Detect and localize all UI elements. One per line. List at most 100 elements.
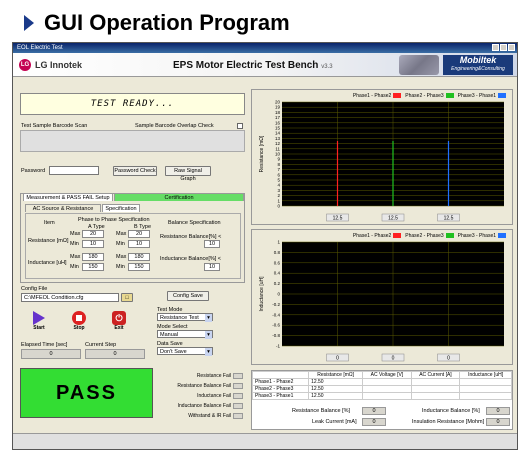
- y-tick-label: 4: [277, 183, 280, 188]
- ind-a-min-label: Min: [70, 264, 79, 270]
- ind-balance-result-label: Inductance Balance [%]: [422, 408, 480, 414]
- y-tick-label: -1: [276, 344, 280, 349]
- folder-open-icon[interactable]: □: [121, 293, 133, 302]
- stop-button[interactable]: Stop: [69, 311, 89, 331]
- y-tick-label: 11: [275, 146, 280, 151]
- data-label: 0: [447, 356, 450, 362]
- res-b-max-label: Max: [116, 231, 127, 237]
- table-cell: [362, 392, 412, 400]
- exit-label: Exit: [114, 325, 124, 331]
- raw-signal-graph-button[interactable]: Raw Signal Graph: [165, 166, 211, 182]
- inductance-fail-row: Inductance Fail: [157, 391, 243, 400]
- y-tick-label: 20: [275, 100, 281, 105]
- subtab-specification[interactable]: Specification: [102, 204, 140, 212]
- app-version: v3.3: [321, 64, 333, 70]
- bullet-triangle-icon: [24, 15, 34, 31]
- app-header: LG LG Innotek EPS Motor Electric Test Be…: [13, 53, 517, 77]
- minimize-icon[interactable]: [492, 44, 499, 51]
- config-file-input[interactable]: C:\MFEOL Condition.cfg: [21, 293, 119, 302]
- res-a-max-field[interactable]: 20: [82, 230, 104, 238]
- password-check-button[interactable]: Password Check: [113, 166, 157, 176]
- table-header-row: Resistance [mΩ] AC Voltage [V] AC Curren…: [251, 371, 512, 379]
- ind-a-max-field[interactable]: 180: [82, 253, 104, 261]
- res-b-min-label: Min: [116, 241, 125, 247]
- overlap-checkbox[interactable]: [237, 123, 243, 129]
- subtab-ac-source[interactable]: AC Source & Resistance Setup: [25, 204, 101, 220]
- inductance-row-label: Inductance [uH]: [28, 260, 67, 266]
- data-label: 12.5: [388, 216, 398, 222]
- app-window: EOL Electric Test LG LG Innotek EPS Moto…: [12, 42, 518, 450]
- password-input[interactable]: [49, 166, 99, 175]
- elapsed-time-label: Elapsed Time [sec]: [21, 342, 68, 348]
- data-label: 12.5: [444, 216, 454, 222]
- resistance-chart: 0123456789101112131415161718192012.5 12.5…: [259, 100, 504, 222]
- y-tick-label: 1: [277, 240, 280, 245]
- spec-table: Item Phase to Phase Specification A Type…: [25, 213, 241, 279]
- chevron-down-icon: ▾: [205, 331, 212, 339]
- table-cell: [410, 385, 461, 393]
- maximize-icon[interactable]: [500, 44, 507, 51]
- y-tick-label: 16: [275, 120, 281, 125]
- y-tick-label: 15: [275, 126, 281, 131]
- inductance-chart: -1 -0.8 -0.6 -0.4 -0.2 0 0.2 0.4 0.6 0.8 1 0 0 0 Induc…: [259, 240, 504, 362]
- phase-spec-header: Phase to Phase Specification: [78, 217, 150, 223]
- res-balance-result-label: Resistance Balance [%]: [292, 408, 351, 414]
- res-b-max-field[interactable]: 20: [128, 230, 150, 238]
- y-tick-label: 5: [277, 178, 280, 183]
- stop-icon: [72, 311, 86, 325]
- insulation-resistance-result: 0: [486, 418, 510, 426]
- power-icon: ⏻: [112, 311, 126, 325]
- ind-a-min-field[interactable]: 150: [82, 263, 104, 271]
- brand-logo: Mobiltek Engineering&Consulting: [443, 55, 513, 75]
- y-axis-label: Inductance [uH]: [259, 276, 265, 312]
- y-tick-label: -0.2: [272, 302, 280, 307]
- close-icon[interactable]: [508, 44, 515, 51]
- results-table: Resistance [mΩ] AC Voltage [V] AC Curren…: [251, 371, 512, 400]
- ind-a-max-label: Max: [70, 254, 81, 260]
- y-tick-label: -0.6: [272, 323, 280, 328]
- ind-b-min-field[interactable]: 150: [128, 263, 150, 271]
- tab-certification[interactable]: Certification: [114, 193, 244, 201]
- res-a-min-label: Min: [70, 241, 79, 247]
- y-tick-label: 14: [275, 131, 281, 136]
- config-save-button[interactable]: Config Save: [167, 291, 209, 301]
- res-b-min-field[interactable]: 10: [128, 240, 150, 248]
- data-label: 0: [336, 356, 339, 362]
- window-titlebar[interactable]: EOL Electric Test: [13, 43, 517, 53]
- barcode-label: Test Sample Barcode Scan: [21, 123, 88, 129]
- leak-current-result: 0: [362, 418, 386, 426]
- lg-logo-icon: LG: [19, 59, 31, 71]
- ind-b-max-field[interactable]: 180: [128, 253, 150, 261]
- exit-button[interactable]: ⏻ Exit: [109, 311, 129, 331]
- y-tick-label: 0: [277, 292, 280, 297]
- table-cell: Phase3 - Phase1: [251, 392, 310, 400]
- y-tick-label: 17: [275, 115, 281, 120]
- table-cell: 12.50: [308, 385, 364, 393]
- column-header: Resistance [mΩ]: [308, 371, 364, 379]
- config-file-label: Config File: [21, 286, 48, 292]
- table-cell: [362, 378, 412, 386]
- barcode-input[interactable]: [20, 130, 245, 152]
- start-button[interactable]: Start: [29, 311, 49, 331]
- app-title: EPS Motor Electric Test Bench v3.3: [173, 60, 333, 71]
- test-bench-image: [399, 55, 439, 75]
- res-balance-field[interactable]: 10: [204, 240, 220, 248]
- inductance-chart-frame: Phase1 - Phase2 Phase2 - Phase3 Phase3 -…: [251, 229, 513, 365]
- y-axis-label: Resistance [mΩ]: [259, 135, 265, 172]
- mode-select[interactable]: Manual ▾: [157, 330, 213, 339]
- y-tick-label: 7: [277, 167, 280, 172]
- table-cell: 12.50: [308, 378, 364, 386]
- tab-measurement-setup[interactable]: Measurement & PASS FAIL Setup: [23, 193, 113, 201]
- fail-lamp: [233, 372, 243, 379]
- data-save-select[interactable]: Don't Save ▾: [157, 347, 213, 356]
- ind-balance-field[interactable]: 10: [204, 263, 220, 271]
- chevron-down-icon: ▾: [205, 314, 212, 322]
- brand-name: Mobiltek: [459, 55, 497, 65]
- y-tick-label: 0.4: [274, 271, 281, 276]
- res-a-min-field[interactable]: 10: [82, 240, 104, 248]
- company-name: LG Innotek: [35, 60, 82, 70]
- test-mode-select[interactable]: Resistance Test ▾: [157, 313, 213, 322]
- y-tick-label: 2: [277, 193, 280, 198]
- y-tick-label: 6: [277, 172, 280, 177]
- y-tick-label: 0.8: [274, 250, 281, 255]
